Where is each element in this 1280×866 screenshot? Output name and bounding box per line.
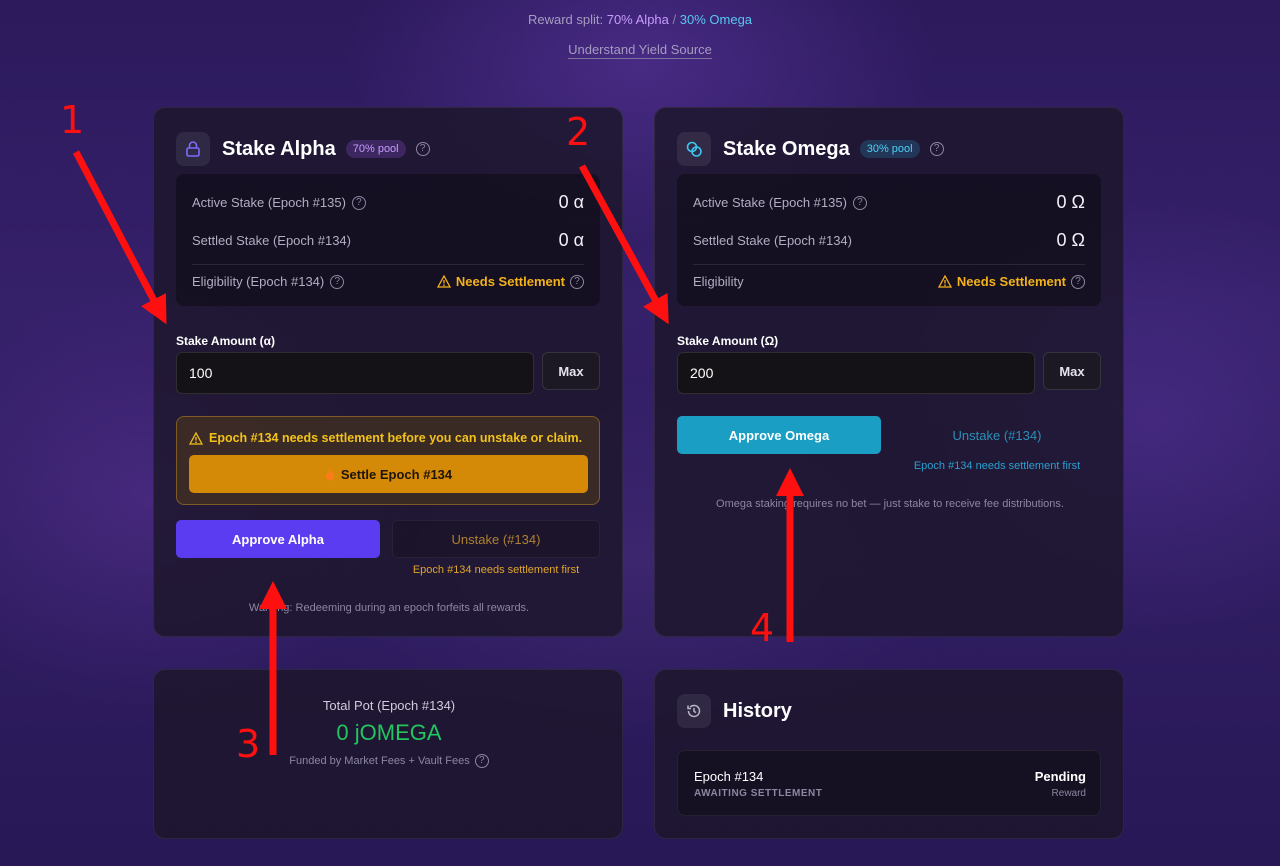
warning-icon	[436, 275, 451, 288]
history-row[interactable]: Epoch #134 AWAITING SETTLEMENT Pending R…	[677, 750, 1101, 816]
omega-amount-input[interactable]	[677, 352, 1035, 394]
settle-epoch-label: Settle Epoch #134	[340, 466, 453, 482]
settlement-warning: Epoch #134 needs settlement before you c…	[189, 431, 582, 445]
omega-settled-stake-row: Settled Stake (Epoch #134) 0 Ω	[693, 230, 1085, 251]
help-icon[interactable]: ?	[1071, 274, 1085, 289]
reward-split-label: Reward split:	[527, 12, 604, 27]
alpha-amount-input[interactable]	[176, 352, 534, 394]
alpha-unstake-button[interactable]: Unstake (#134)	[392, 520, 600, 558]
omega-pool-badge: 30% pool	[859, 140, 920, 158]
approve-alpha-button[interactable]: Approve Alpha	[176, 520, 380, 558]
history-status: Pending	[1034, 769, 1086, 784]
alpha-settled-stake-label: Settled Stake (Epoch #134)	[192, 233, 351, 248]
omega-settled-stake-label: Settled Stake (Epoch #134)	[693, 233, 852, 248]
alpha-settled-stake-row: Settled Stake (Epoch #134) 0 α	[192, 230, 584, 251]
alpha-eligibility-row: Eligibility (Epoch #134)? Needs Settleme…	[192, 274, 584, 289]
help-icon[interactable]: ?	[852, 195, 867, 210]
omega-needs-settlement-status: Needs Settlement ?	[937, 274, 1085, 289]
history-type: Reward	[1051, 788, 1086, 799]
stake-omega-header: Stake Omega 30% pool ?	[677, 132, 944, 166]
alpha-max-button[interactable]: Max	[542, 352, 600, 390]
omega-max-button[interactable]: Max	[1043, 352, 1101, 390]
help-icon[interactable]: ?	[929, 142, 944, 156]
omega-stats-panel: Active Stake (Epoch #135)? 0 Ω Settled S…	[677, 174, 1101, 306]
omega-active-stake-label: Active Stake (Epoch #135)?	[693, 195, 867, 210]
warning-icon	[189, 431, 203, 445]
settlement-warning-text: Epoch #134 needs settlement before you c…	[209, 431, 583, 445]
approve-omega-button[interactable]: Approve Omega	[677, 416, 881, 454]
omega-eligibility-row: Eligibility Needs Settlement ?	[693, 274, 1085, 289]
omega-unstake-button[interactable]: Unstake (#134)	[893, 416, 1101, 454]
omega-eligibility-label: Eligibility	[693, 274, 744, 289]
stake-alpha-title: Stake Alpha	[222, 137, 336, 160]
yield-source-link[interactable]: Understand Yield Source	[568, 42, 712, 59]
alpha-active-stake-text: Active Stake (Epoch #135)	[192, 195, 346, 210]
alpha-active-stake-value: 0 α	[558, 192, 584, 212]
annotation-arrow-1	[72, 150, 167, 325]
settlement-warning-box: Epoch #134 needs settlement before you c…	[176, 416, 600, 505]
history-icon	[677, 694, 711, 728]
settle-epoch-button[interactable]: Settle Epoch #134	[189, 455, 588, 493]
omega-needs-settlement-text: Needs Settlement	[956, 274, 1066, 289]
omega-amount-label: Stake Amount (Ω)	[677, 334, 779, 348]
stake-alpha-card: Stake Alpha 70% pool ? Active Stake (Epo…	[153, 107, 623, 637]
history-substatus: AWAITING SETTLEMENT	[694, 788, 823, 799]
pot-funded-note: Funded by Market Fees + Vault Fees ?	[154, 754, 624, 768]
alpha-pool-badge: 70% pool	[345, 140, 406, 158]
help-icon[interactable]: ?	[415, 142, 430, 156]
lock-icon	[176, 132, 210, 166]
alpha-footnote: Warning: Redeeming during an epoch forfe…	[248, 602, 530, 614]
help-icon[interactable]: ?	[474, 754, 489, 768]
alpha-eligibility-label: Eligibility (Epoch #134)?	[192, 274, 345, 289]
stats-divider	[192, 264, 584, 265]
alpha-settled-stake-value: 0 α	[558, 230, 584, 250]
yield-source-link-wrap: Understand Yield Source	[0, 42, 1280, 59]
reward-split-separator: /	[672, 12, 677, 27]
annotation-number-1: 1	[60, 98, 85, 142]
coins-icon	[677, 132, 711, 166]
alpha-needs-settlement-status: Needs Settlement ?	[436, 274, 584, 289]
alpha-needs-settlement-text: Needs Settlement	[455, 274, 565, 289]
omega-active-stake-text: Active Stake (Epoch #135)	[693, 195, 847, 210]
alpha-stats-panel: Active Stake (Epoch #135)? 0 α Settled S…	[176, 174, 600, 306]
history-title: History	[723, 699, 792, 722]
omega-settled-stake-value: 0 Ω	[1056, 230, 1085, 250]
help-icon[interactable]: ?	[351, 195, 366, 210]
history-card: History Epoch #134 AWAITING SETTLEMENT P…	[654, 669, 1124, 839]
stake-alpha-header: Stake Alpha 70% pool ?	[176, 132, 430, 166]
help-icon[interactable]: ?	[330, 274, 345, 289]
total-pot-label: Total Pot (Epoch #134)	[322, 698, 456, 713]
stats-divider	[693, 264, 1085, 265]
omega-settle-first-note: Epoch #134 needs settlement first	[913, 460, 1081, 472]
alpha-settle-first-note: Epoch #134 needs settlement first	[412, 564, 580, 576]
omega-active-stake-value: 0 Ω	[1056, 192, 1085, 212]
alpha-active-stake-row: Active Stake (Epoch #135)? 0 α	[192, 192, 584, 213]
help-icon[interactable]: ?	[570, 274, 584, 289]
alpha-active-stake-label: Active Stake (Epoch #135)?	[192, 195, 366, 210]
stake-omega-title: Stake Omega	[723, 137, 850, 160]
alpha-amount-label: Stake Amount (α)	[176, 334, 275, 348]
omega-active-stake-row: Active Stake (Epoch #135)? 0 Ω	[693, 192, 1085, 213]
reward-split-alpha: 70% Alpha	[606, 12, 669, 27]
reward-split-omega: 30% Omega	[679, 12, 753, 27]
history-header: History	[677, 694, 802, 728]
flame-icon	[325, 468, 334, 480]
total-pot-value: 0 jOMEGA	[336, 720, 442, 745]
reward-split: Reward split: 70% Alpha / 30% Omega	[0, 12, 1280, 27]
omega-footnote: Omega staking requires no bet — just sta…	[716, 498, 1064, 510]
pot-funded-text: Funded by Market Fees + Vault Fees	[289, 755, 470, 767]
total-pot-card: Total Pot (Epoch #134) 0 jOMEGA Funded b…	[153, 669, 623, 839]
history-epoch: Epoch #134	[694, 769, 764, 784]
warning-icon	[937, 275, 952, 288]
stake-omega-card: Stake Omega 30% pool ? Active Stake (Epo…	[654, 107, 1124, 637]
alpha-eligibility-text: Eligibility (Epoch #134)	[192, 274, 325, 289]
